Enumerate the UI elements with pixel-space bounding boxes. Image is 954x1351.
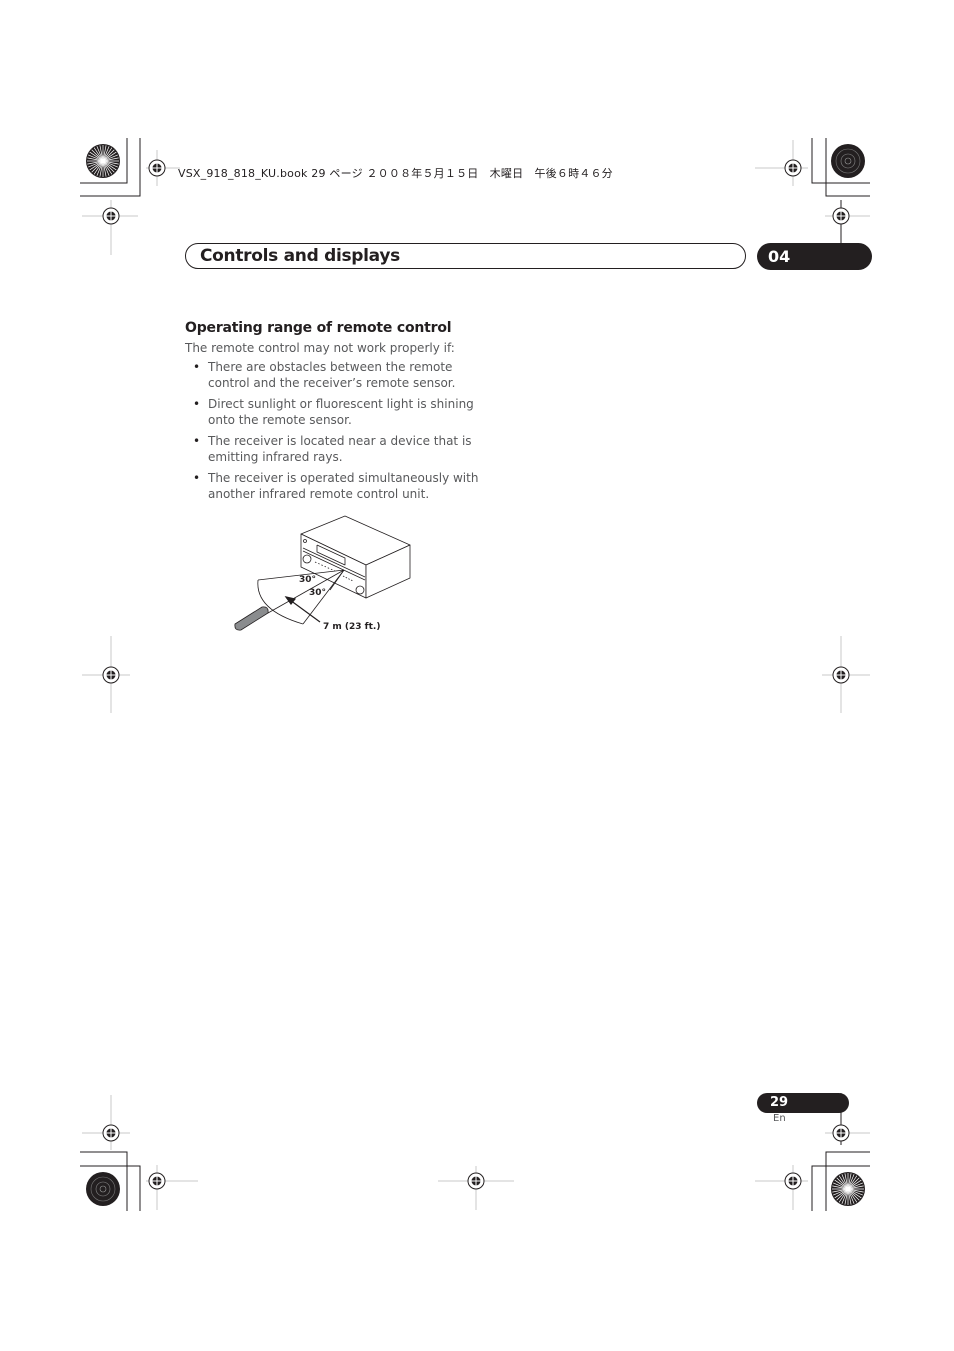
page-language: En xyxy=(773,1113,786,1124)
chapter-number: 04 xyxy=(768,247,791,266)
distance-arrow xyxy=(284,596,321,623)
registration-mark-icon xyxy=(832,666,850,684)
print-marks-layer xyxy=(80,138,870,1211)
registration-mark-icon xyxy=(102,666,120,684)
print-header: VSX_918_818_KU.book 29 ページ ２００８年５月１５日 木曜… xyxy=(178,167,613,180)
list-item-text: Direct sunlight or fluorescent light is … xyxy=(208,397,474,427)
color-wheel-icon xyxy=(85,143,121,179)
registration-mark-icon xyxy=(784,159,802,177)
list-item: • Direct sunlight or fluorescent light is… xyxy=(193,396,483,428)
list-item-text: The receiver is located near a device th… xyxy=(208,434,472,464)
registration-mark-icon xyxy=(832,207,850,225)
angle-upper-label: 30° xyxy=(299,575,316,585)
remote-control-range-figure: 30° 30° 7 m (23 ft.) xyxy=(234,515,411,632)
bullet-icon: • xyxy=(193,434,201,448)
conditions-list: • There are obstacles between the remote … xyxy=(193,359,483,507)
bullet-icon: • xyxy=(193,397,201,411)
distance-label: 7 m (23 ft.) xyxy=(323,622,380,632)
registration-mark-icon xyxy=(467,1172,485,1190)
remote-control-icon xyxy=(234,606,269,631)
registration-mark-icon xyxy=(832,1124,850,1142)
bullet-icon: • xyxy=(193,360,201,374)
registration-mark-icon xyxy=(148,1172,166,1190)
color-wheel-icon xyxy=(85,1171,121,1207)
intro-text: The remote control may not work properly… xyxy=(185,341,455,355)
color-wheel-icon xyxy=(830,143,866,179)
registration-mark-icon xyxy=(102,207,120,225)
color-wheel-icon xyxy=(830,1171,866,1207)
list-item-text: There are obstacles between the remote c… xyxy=(208,360,456,390)
list-item-text: The receiver is operated simultaneously … xyxy=(208,471,479,501)
list-item: • The receiver is operated simultaneously… xyxy=(193,470,483,502)
registration-mark-icon xyxy=(784,1172,802,1190)
angle-lower-label: 30° xyxy=(309,588,326,598)
section-title: Controls and displays xyxy=(200,246,400,266)
page-number: 29 xyxy=(770,1095,789,1110)
registration-mark-icon xyxy=(102,1124,120,1142)
registration-mark-icon xyxy=(148,159,166,177)
bullet-icon: • xyxy=(193,471,201,485)
subsection-heading: Operating range of remote control xyxy=(185,320,452,336)
list-item: • There are obstacles between the remote … xyxy=(193,359,483,391)
list-item: • The receiver is located near a device t… xyxy=(193,433,483,465)
